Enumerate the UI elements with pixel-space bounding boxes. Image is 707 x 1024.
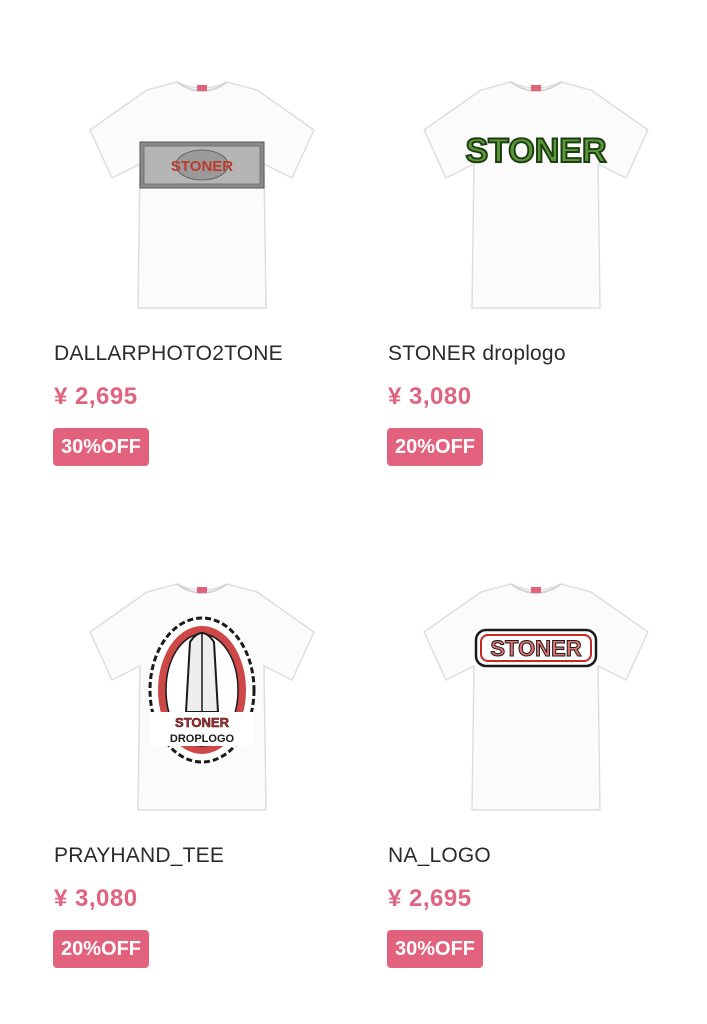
svg-text:DROPLOGO: DROPLOGO xyxy=(170,733,235,745)
product-name[interactable]: PRAYHAND_TEE xyxy=(54,844,224,868)
svg-text:STONER: STONER xyxy=(490,636,581,661)
product-price: ¥ 3,080 xyxy=(54,885,138,912)
svg-text:STONER: STONER xyxy=(465,132,606,170)
product-price: ¥ 2,695 xyxy=(388,885,472,912)
product-image[interactable]: STONER xyxy=(52,60,352,330)
product-name[interactable]: DALLARPHOTO2TONE xyxy=(54,342,283,366)
product-image[interactable]: STONER xyxy=(386,562,686,832)
discount-badge: 30%OFF xyxy=(387,930,484,968)
product-image[interactable]: STONER xyxy=(386,60,686,330)
svg-text:STONER: STONER xyxy=(171,158,233,175)
product-name[interactable]: NA_LOGO xyxy=(388,844,491,868)
discount-badge: 30%OFF xyxy=(53,428,150,466)
praying-hands-print: STONER DROPLOGO xyxy=(148,616,256,764)
discount-badge: 20%OFF xyxy=(387,428,484,466)
stoner-arched-logo-print: STONER xyxy=(464,131,607,171)
stoner-boxed-logo-print: STONER xyxy=(474,628,598,668)
dollar-bill-print: STONER xyxy=(139,141,265,189)
product-name[interactable]: STONER droplogo xyxy=(388,342,566,366)
product-price: ¥ 3,080 xyxy=(388,383,472,410)
product-price: ¥ 2,695 xyxy=(54,383,138,410)
svg-text:STONER: STONER xyxy=(175,715,230,730)
discount-badge: 20%OFF xyxy=(53,930,150,968)
product-image[interactable]: STONER DROPLOGO xyxy=(52,562,352,832)
